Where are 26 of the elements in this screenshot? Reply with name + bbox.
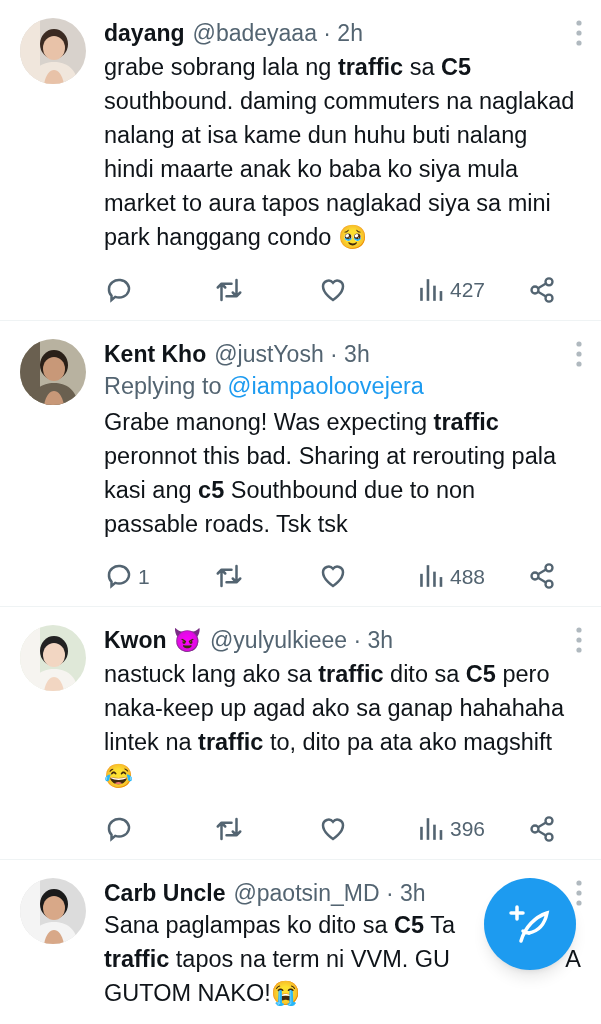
display-name: Carb Uncle xyxy=(104,878,226,908)
tweet-text: nastuck lang ako sa traffic dito sa C5 pero naka-keep up agad ako sa ganap hahahaha lintek na traffic to, dito pa ata ako magshift 😂 xyxy=(104,660,565,791)
username: @paotsin_MD · 3h xyxy=(233,878,426,908)
views-button[interactable]: 396 xyxy=(418,813,528,845)
views-icon xyxy=(418,563,444,590)
reply-button[interactable]: 1 xyxy=(104,560,214,592)
tweet-text: Grabe manong! Was expecting traffic peronnot this bad. Sharing at rerouting pala kasi ang c5 Southbound due to non passable roads. Tsk tsk xyxy=(104,407,558,539)
share-icon xyxy=(528,275,556,304)
views-button[interactable]: 427 xyxy=(418,274,528,306)
tweet-text-fragment: A xyxy=(565,944,582,974)
views-button[interactable]: 488 xyxy=(418,560,528,592)
tweet-text-line: traffic tapos na term ni VVM. GU xyxy=(104,944,451,974)
tweet-text-line: GUTOM NAKO!😭 xyxy=(104,978,300,1008)
display-name: Kent Kho xyxy=(104,339,207,369)
tweet-text-line: Sana paglampas ko dito sa C5 Ta xyxy=(104,910,455,940)
replying-label: Replying to xyxy=(104,371,222,401)
username: @justYosh · 3h xyxy=(214,339,370,369)
share-icon xyxy=(528,814,556,843)
share-icon xyxy=(528,562,556,591)
display-name: dayang xyxy=(104,19,185,48)
views-icon xyxy=(418,276,444,303)
username: @badeyaaa · 2h xyxy=(192,19,363,48)
display-name: Kwon 😈 xyxy=(104,626,202,655)
views-icon xyxy=(418,815,444,842)
tweet-text: grabe sobrang lala ng traffic sa C5 southbound. daming commuters na naglakad nalang at isa kame dun huhu buti nalang hindi maarte anak ko baba ko siya mula market to aura tapos naglakad siya sa mini park hanggang condo 🥹 xyxy=(104,53,576,252)
username: @yulyulkieee · 3h xyxy=(210,626,394,655)
